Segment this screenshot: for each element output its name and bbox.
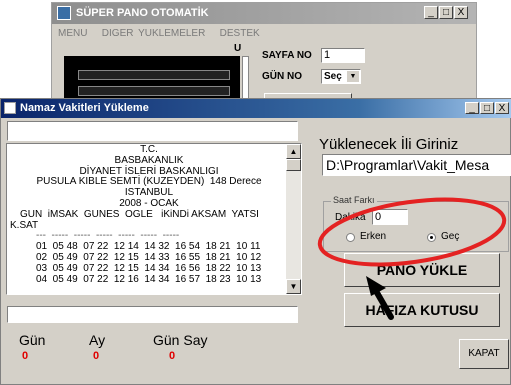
red-ellipse-annotation: [317, 197, 507, 267]
annotation-overlay: [317, 197, 507, 320]
arrow-pointer-icon: [366, 276, 394, 320]
